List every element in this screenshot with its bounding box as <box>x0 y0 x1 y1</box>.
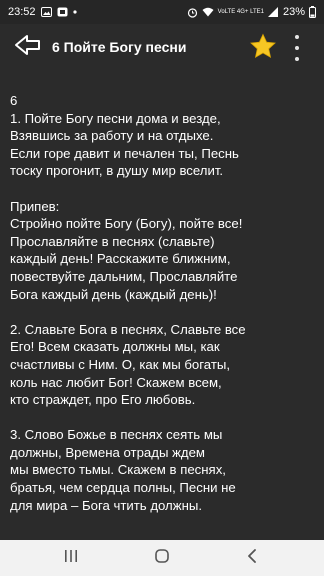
home-icon <box>155 548 169 568</box>
network-type: VoLTE 4G+ LTE1 <box>217 9 264 15</box>
alarm-icon <box>187 7 198 18</box>
home-button[interactable] <box>132 540 192 576</box>
battery-percent: 23% <box>282 6 305 18</box>
app-bar: 6 Пойте Богу песни <box>0 24 324 70</box>
notification-icon <box>57 7 68 17</box>
dot-icon <box>72 10 77 14</box>
back-arrow-icon <box>14 34 42 61</box>
status-bar: 23:52 VoLTE 4G+ LTE1 23% <box>0 0 324 24</box>
gallery-notification-icon <box>40 7 52 17</box>
star-icon <box>249 33 277 64</box>
favorite-button[interactable] <box>248 33 278 64</box>
system-navigation-bar <box>0 540 324 576</box>
signal-icon <box>267 7 279 17</box>
page-title: 6 Пойте Богу песни <box>52 39 187 55</box>
nav-back-icon <box>247 548 257 568</box>
more-vertical-icon <box>295 35 299 39</box>
recents-button[interactable] <box>41 540 101 576</box>
wifi-icon <box>202 7 214 17</box>
song-text: 6 1. Пойте Богу песни дома и везде, Взяв… <box>10 93 246 513</box>
recents-icon <box>64 549 78 567</box>
back-button[interactable] <box>6 24 50 70</box>
more-options-button[interactable] <box>287 35 307 61</box>
system-back-button[interactable] <box>222 540 282 576</box>
status-time: 23:52 <box>8 6 36 18</box>
battery-icon <box>309 6 316 18</box>
